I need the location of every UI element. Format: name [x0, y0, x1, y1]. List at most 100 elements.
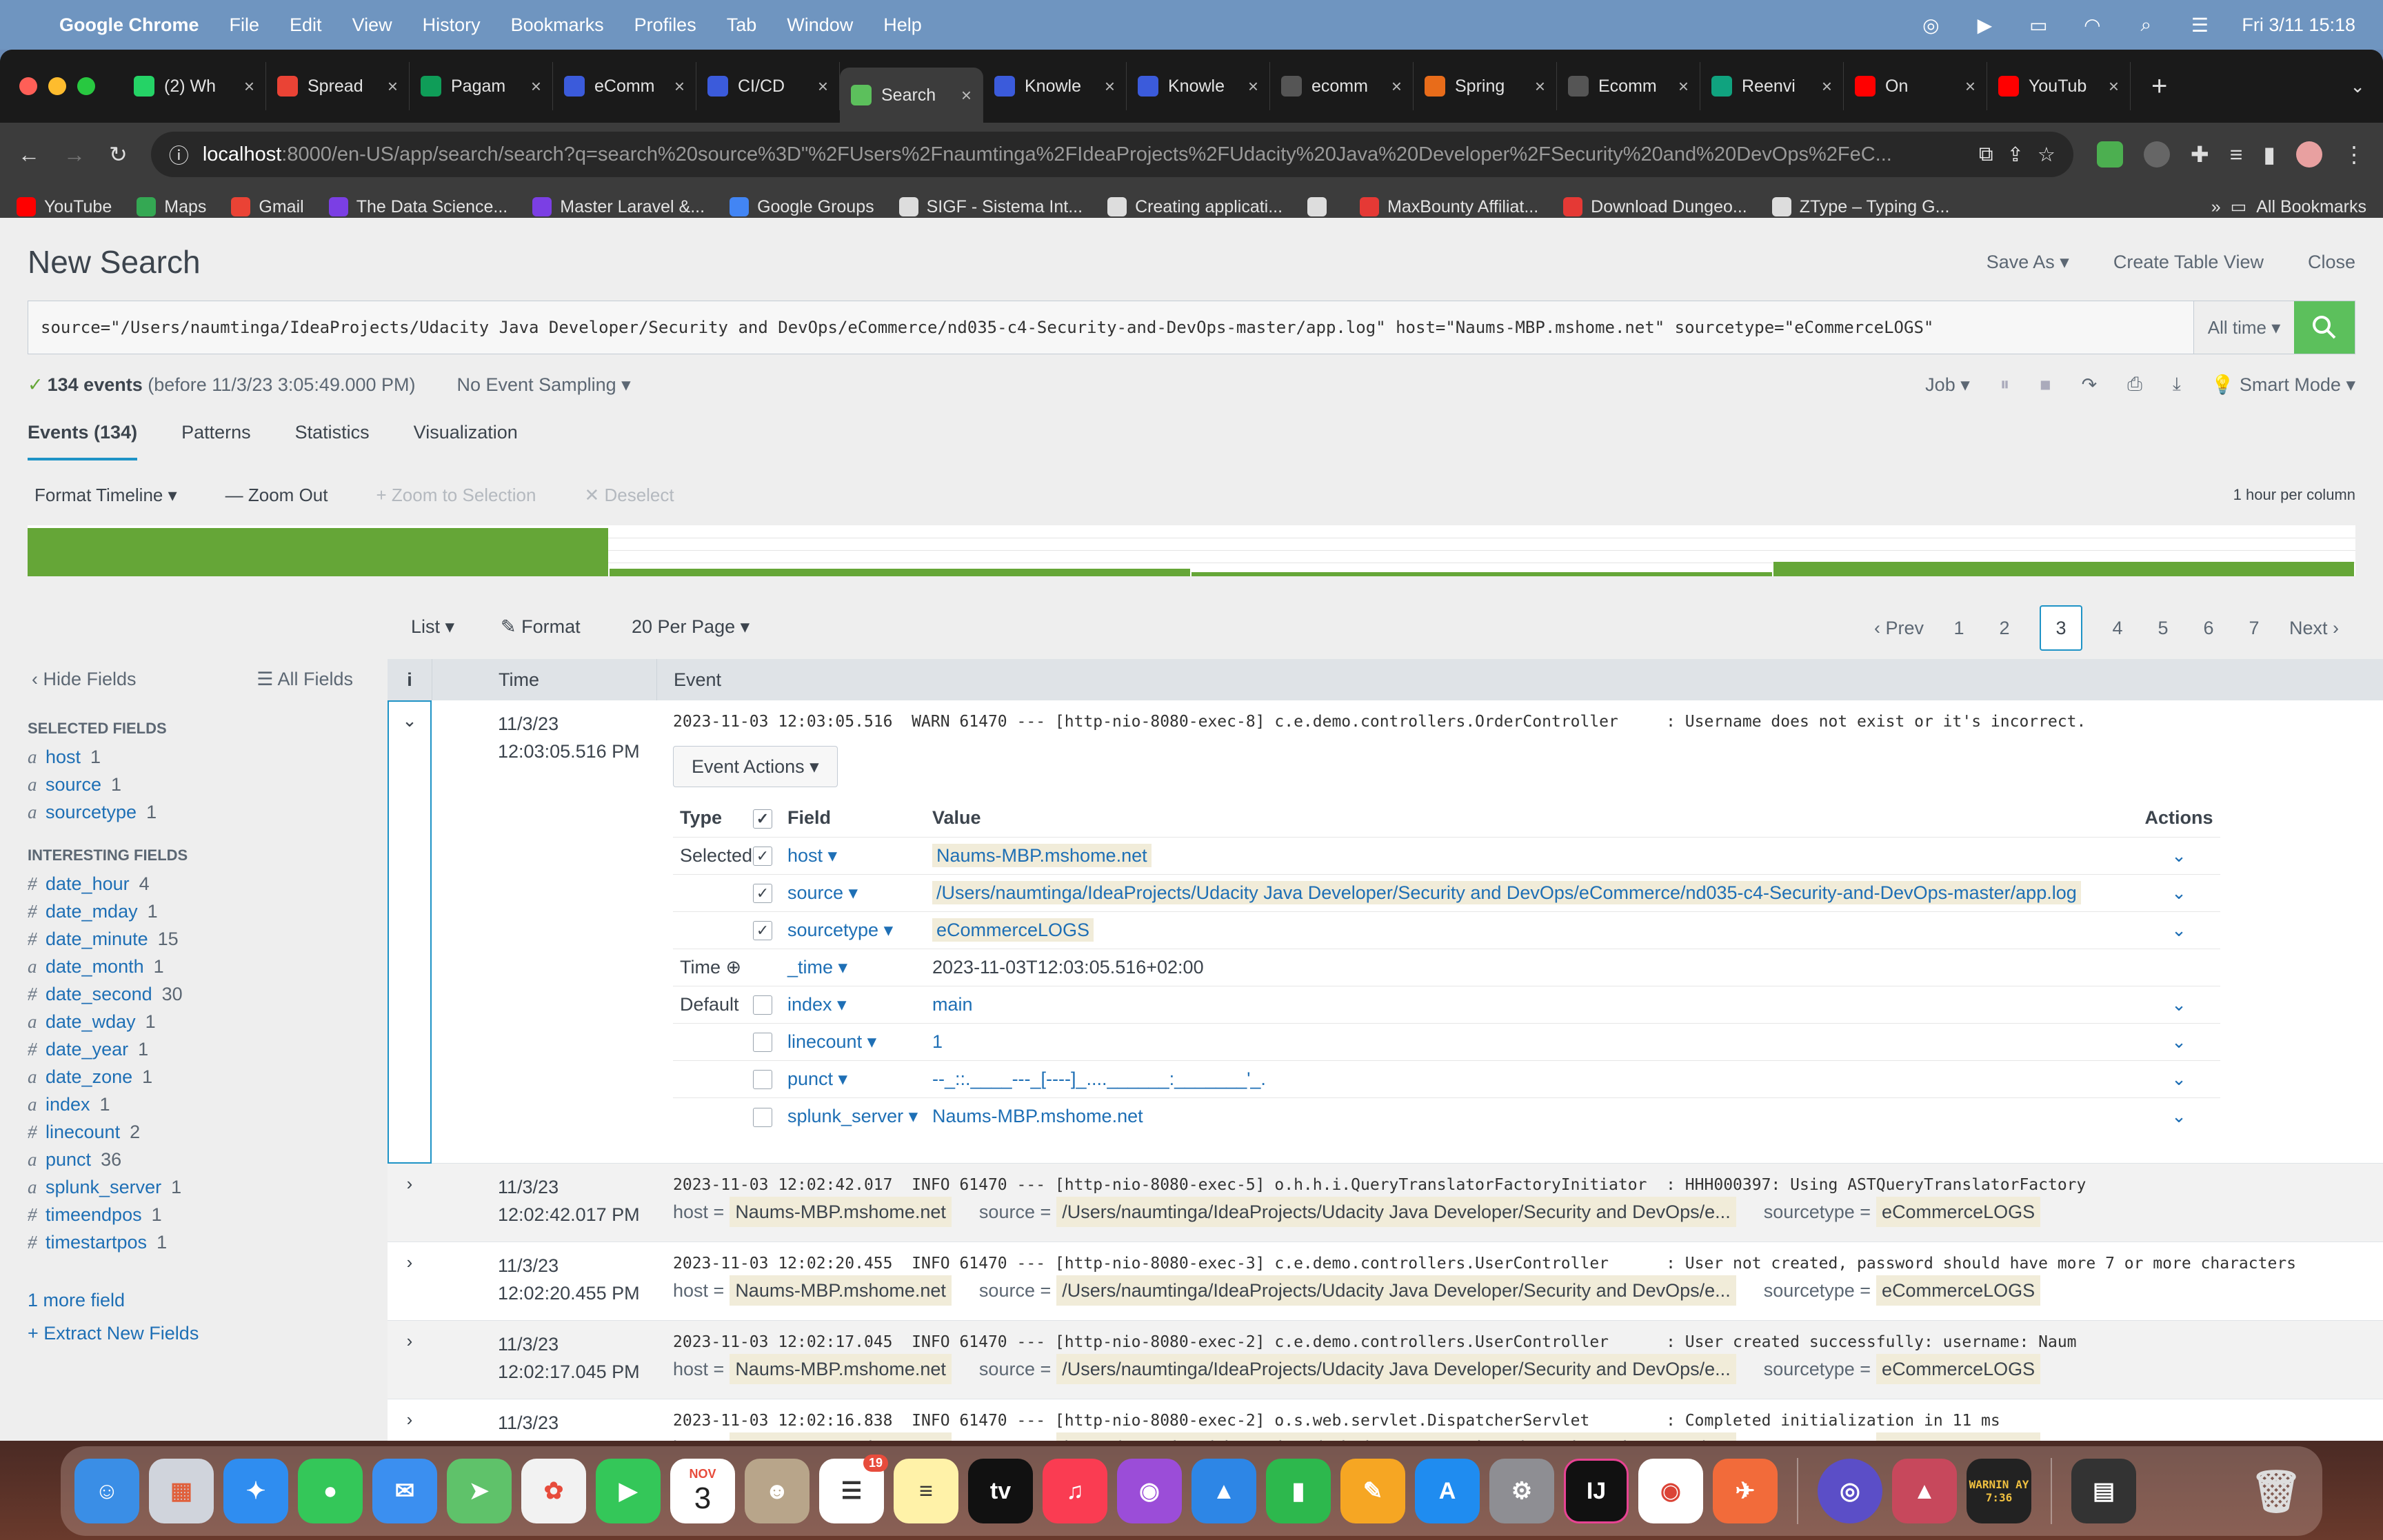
field-select-checkbox[interactable]	[753, 1070, 772, 1090]
deselect-button[interactable]: ✕ Deselect	[584, 485, 674, 506]
bookmark-item[interactable]: Creating applicati...	[1107, 197, 1283, 217]
pause-icon[interactable]: ⏸	[2000, 374, 2010, 396]
field-actions-chevron-icon[interactable]: ⌄	[2171, 1068, 2186, 1089]
host-value[interactable]: Naums-MBP.mshome.net	[730, 1275, 952, 1306]
maps-icon[interactable]: ➤	[447, 1459, 512, 1523]
reading-list-icon[interactable]: ≡	[2230, 142, 2243, 168]
field-name-dropdown[interactable]: source ▾	[787, 882, 858, 903]
podcasts-icon[interactable]: ◉	[1117, 1459, 1182, 1523]
field-select-checkbox[interactable]	[753, 995, 772, 1015]
app-store-icon[interactable]: A	[1415, 1459, 1480, 1523]
field-actions-chevron-icon[interactable]: ⌄	[2171, 1031, 2186, 1052]
sidebar-field-date-wday[interactable]: a date_wday 1	[0, 1008, 386, 1035]
page-number-button[interactable]: 5	[2153, 618, 2173, 639]
side-panel-icon[interactable]: ▮	[2263, 141, 2275, 168]
more-fields-link[interactable]: 1 more field	[0, 1284, 386, 1317]
console-icon[interactable]: WARNIN AY 7:36	[1967, 1459, 2031, 1523]
page-number-button[interactable]: 4	[2107, 618, 2128, 639]
time-column-header[interactable]: Time	[432, 659, 656, 700]
zoom-window-button[interactable]	[77, 77, 95, 95]
sidebar-field-punct[interactable]: a punct 36	[0, 1146, 386, 1173]
sidebar-field-date-zone[interactable]: a date_zone 1	[0, 1063, 386, 1091]
sidebar-field-splunk-server[interactable]: a splunk_server 1	[0, 1173, 386, 1201]
browser-tab[interactable]: Search ×	[840, 68, 983, 123]
per-page-dropdown[interactable]: 20 Per Page ▾	[632, 616, 750, 638]
postman-icon[interactable]: ✈	[1713, 1459, 1778, 1523]
extension-target-icon[interactable]	[2143, 141, 2170, 168]
field-value[interactable]: Naums-MBP.mshome.net	[932, 1106, 1143, 1126]
spotlight-search-icon[interactable]: ⌕	[2134, 13, 2158, 37]
time-range-picker[interactable]: All time ▾	[2193, 301, 2294, 354]
trash-icon[interactable]: 🗑	[2244, 1459, 2309, 1523]
new-tab-button[interactable]: +	[2151, 71, 2167, 102]
timeline-bar[interactable]	[1192, 572, 1772, 576]
share-job-icon[interactable]: ↷	[2082, 374, 2098, 396]
orbit-app-icon[interactable]: ◎	[1818, 1459, 1882, 1523]
browser-tab[interactable]: Knowle ×	[1127, 62, 1270, 110]
page-number-button[interactable]: 2	[1994, 618, 2015, 639]
zoom-out-button[interactable]: — Zoom Out	[225, 485, 328, 506]
field-name-dropdown[interactable]: sourcetype ▾	[787, 920, 893, 940]
tab-visualization[interactable]: Visualization	[414, 422, 518, 460]
menu-app-name[interactable]: Google Chrome	[59, 14, 199, 36]
finder-icon[interactable]: ☺	[74, 1459, 139, 1523]
event-timeline[interactable]	[28, 525, 2355, 576]
wifi-icon[interactable]: ◠	[2080, 13, 2104, 37]
search-mode-dropdown[interactable]: 💡 Smart Mode ▾	[2211, 374, 2355, 396]
tab-close-icon[interactable]: ×	[1822, 76, 1832, 97]
field-select-checkbox[interactable]	[753, 1107, 772, 1127]
music-icon[interactable]: ♫	[1043, 1459, 1107, 1523]
tab-events[interactable]: Events (134)	[28, 422, 138, 460]
tab-close-icon[interactable]: ×	[2109, 76, 2119, 97]
field-name-dropdown[interactable]: linecount ▾	[787, 1031, 876, 1052]
stop-icon[interactable]: ■	[2040, 374, 2051, 396]
status-spiral-icon[interactable]: ◎	[1919, 13, 1942, 37]
menubar-clock[interactable]: Fri 3/11 15:18	[2242, 14, 2355, 36]
field-name-dropdown[interactable]: host ▾	[787, 845, 837, 866]
chrome-menu-icon[interactable]: ⋮	[2343, 141, 2365, 168]
browser-tab[interactable]: Ecomm ×	[1557, 62, 1700, 110]
browser-tab[interactable]: Pagam ×	[410, 62, 553, 110]
job-dropdown[interactable]: Job ▾	[1925, 374, 1970, 396]
sidebar-field-host[interactable]: a host 1	[0, 743, 386, 771]
field-actions-chevron-icon[interactable]: ⌄	[2171, 1106, 2186, 1126]
browser-tab[interactable]: Reenvi ×	[1700, 62, 1844, 110]
bookmark-item[interactable]: Gmail	[231, 197, 304, 217]
tab-close-icon[interactable]: ×	[674, 76, 685, 97]
browser-tab[interactable]: Spring ×	[1414, 62, 1557, 110]
expand-chevron-icon[interactable]: ›	[388, 1321, 432, 1399]
source-value[interactable]: /Users/naumtinga/IdeaProjects/Udacity Ja…	[1056, 1432, 1736, 1441]
sidebar-field-date-minute[interactable]: # date_minute 15	[0, 925, 386, 953]
field-value[interactable]: eCommerceLOGS	[932, 918, 1094, 942]
messages-icon[interactable]: ●	[298, 1459, 363, 1523]
host-value[interactable]: Naums-MBP.mshome.net	[730, 1432, 952, 1441]
reload-icon[interactable]: ↻	[109, 141, 128, 168]
bookmark-item[interactable]: SIGF - Sistema Int...	[898, 197, 1083, 217]
field-actions-chevron-icon[interactable]: ⌄	[2171, 920, 2186, 940]
menu-bookmarks[interactable]: Bookmarks	[511, 14, 604, 36]
zoom-to-selection-button[interactable]: + Zoom to Selection	[376, 485, 536, 506]
browser-tab[interactable]: YouTub ×	[1987, 62, 2131, 110]
field-name-dropdown[interactable]: splunk_server ▾	[787, 1106, 918, 1126]
bookmarks-overflow-chevron[interactable]: »	[2211, 197, 2221, 217]
downloads-stack-icon[interactable]: ▤	[2071, 1459, 2136, 1523]
minimize-window-button[interactable]	[48, 77, 66, 95]
bookmark-item[interactable]: Maps	[137, 197, 206, 217]
menu-history[interactable]: History	[423, 14, 481, 36]
format-timeline-dropdown[interactable]: Format Timeline ▾	[34, 485, 177, 506]
field-value[interactable]: main	[932, 994, 973, 1015]
browser-tab[interactable]: Spread ×	[266, 62, 410, 110]
back-arrow-icon[interactable]: ←	[18, 142, 40, 168]
page-number-button[interactable]: 3	[2039, 605, 2082, 651]
numbers-icon[interactable]: ▮	[1266, 1459, 1331, 1523]
field-value[interactable]: /Users/naumtinga/IdeaProjects/Udacity Ja…	[932, 880, 2081, 904]
site-info-icon[interactable]: ⓘ	[169, 140, 189, 169]
tab-close-icon[interactable]: ×	[1391, 76, 1402, 97]
menu-edit[interactable]: Edit	[290, 14, 322, 36]
menu-tab[interactable]: Tab	[727, 14, 757, 36]
tab-patterns[interactable]: Patterns	[181, 422, 251, 460]
host-value[interactable]: Naums-MBP.mshome.net	[730, 1354, 952, 1384]
intellij-icon[interactable]: IJ	[1564, 1459, 1629, 1523]
page-number-button[interactable]: 1	[1949, 618, 1969, 639]
tab-search-chevron-icon[interactable]: ⌄	[2350, 76, 2365, 97]
